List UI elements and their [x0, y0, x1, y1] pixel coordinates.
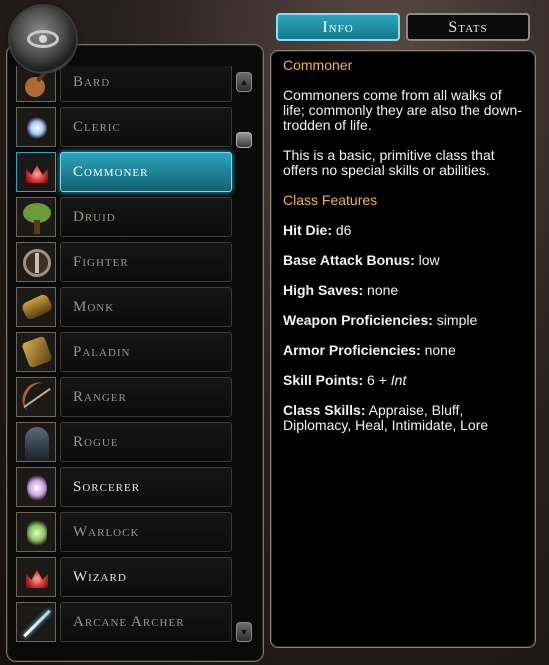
class-button-label[interactable]: Wizard: [60, 557, 232, 597]
class-feature-line: High Saves: none: [283, 283, 523, 298]
class-row-arcane-archer[interactable]: Arcane Archer: [16, 602, 236, 642]
class-feature-value-italic: Int: [390, 372, 407, 388]
class-feature-value: none: [367, 282, 399, 298]
class-feature-line: Weapon Proficiencies: simple: [283, 313, 523, 328]
class-button-label[interactable]: Paladin: [60, 332, 232, 372]
class-row-sorcerer[interactable]: Sorcerer: [16, 467, 236, 507]
commoner-icon[interactable]: [16, 152, 56, 192]
class-button-label[interactable]: Druid: [60, 197, 232, 237]
gauntlet-icon[interactable]: [16, 332, 56, 372]
tree-icon[interactable]: [16, 197, 56, 237]
class-row-druid[interactable]: Druid: [16, 197, 236, 237]
class-feature-value: d6: [335, 222, 352, 238]
class-feature-label: Weapon Proficiencies:: [283, 312, 433, 328]
class-row-cleric[interactable]: Cleric: [16, 107, 236, 147]
class-row-paladin[interactable]: Paladin: [16, 332, 236, 372]
class-features-heading: Class Features: [283, 192, 378, 208]
scroll-up-arrow-icon[interactable]: ▲: [236, 72, 252, 92]
class-row-fighter[interactable]: Fighter: [16, 242, 236, 282]
class-row-ranger[interactable]: Ranger: [16, 377, 236, 417]
class-button-label[interactable]: Fighter: [60, 242, 232, 282]
tab-info[interactable]: Info: [276, 13, 400, 41]
class-info-content: Commoner Commoners come from all walks o…: [283, 58, 523, 448]
class-feature-value: 6 +: [367, 372, 391, 388]
wizard-icon[interactable]: [16, 557, 56, 597]
class-feature-line: Class Skills: Appraise, Bluff, Diplomacy…: [283, 403, 523, 433]
class-list-scrollbar[interactable]: ▲ ▼: [236, 72, 252, 642]
class-button-label[interactable]: Rogue: [60, 422, 232, 462]
class-feature-value: none: [424, 342, 456, 358]
class-feature-label: Armor Proficiencies:: [283, 342, 421, 358]
class-button-label[interactable]: Commoner: [60, 152, 232, 192]
bow-icon[interactable]: [16, 377, 56, 417]
class-list-viewport: Bard Cleric Commoner Druid Fighter Monk Paladi…: [16, 66, 236, 644]
class-name-heading: Commoner: [283, 57, 353, 73]
class-row-warlock[interactable]: Warlock: [16, 512, 236, 552]
shield-icon[interactable]: [16, 242, 56, 282]
fist-icon[interactable]: [16, 287, 56, 327]
class-button-label[interactable]: Arcane Archer: [60, 602, 232, 642]
arrow-icon[interactable]: [16, 602, 56, 642]
class-feature-line: Base Attack Bonus: low: [283, 253, 523, 268]
class-button-label[interactable]: Sorcerer: [60, 467, 232, 507]
class-feature-value: simple: [436, 312, 478, 328]
class-feature-line: Skill Points: 6 + Int: [283, 373, 523, 388]
class-row-rogue[interactable]: Rogue: [16, 422, 236, 462]
class-row-commoner[interactable]: Commoner: [16, 152, 236, 192]
class-button-label[interactable]: Ranger: [60, 377, 232, 417]
class-features-list: Hit Die: d6 Base Attack Bonus: low High Sa…: [283, 223, 523, 433]
scroll-down-arrow-icon[interactable]: ▼: [236, 622, 252, 642]
eye-medallion-icon: [10, 6, 76, 72]
class-feature-label: Hit Die:: [283, 222, 332, 238]
class-button-label[interactable]: Cleric: [60, 107, 232, 147]
class-button-label[interactable]: Monk: [60, 287, 232, 327]
class-description-1: Commoners come from all walks of life; c…: [283, 87, 522, 133]
hooded-figure-icon[interactable]: [16, 422, 56, 462]
class-feature-label: Skill Points:: [283, 372, 364, 388]
eldritch-hand-icon[interactable]: [16, 512, 56, 552]
magic-hand-icon[interactable]: [16, 467, 56, 507]
class-button-label[interactable]: Bard: [60, 66, 232, 102]
scroll-thumb[interactable]: [236, 132, 252, 148]
holy-light-icon[interactable]: [16, 107, 56, 147]
class-feature-label: High Saves:: [283, 282, 364, 298]
tab-stats[interactable]: Stats: [406, 13, 530, 41]
class-row-monk[interactable]: Monk: [16, 287, 236, 327]
class-button-label[interactable]: Warlock: [60, 512, 232, 552]
class-feature-label: Base Attack Bonus:: [283, 252, 415, 268]
class-info-panel: Commoner Commoners come from all walks o…: [270, 50, 536, 648]
class-feature-line: Armor Proficiencies: none: [283, 343, 523, 358]
class-feature-label: Class Skills:: [283, 402, 366, 418]
class-feature-line: Hit Die: d6: [283, 223, 523, 238]
class-feature-value: low: [418, 252, 440, 268]
class-description-2: This is a basic, primitive class that of…: [283, 147, 495, 178]
class-row-wizard[interactable]: Wizard: [16, 557, 236, 597]
